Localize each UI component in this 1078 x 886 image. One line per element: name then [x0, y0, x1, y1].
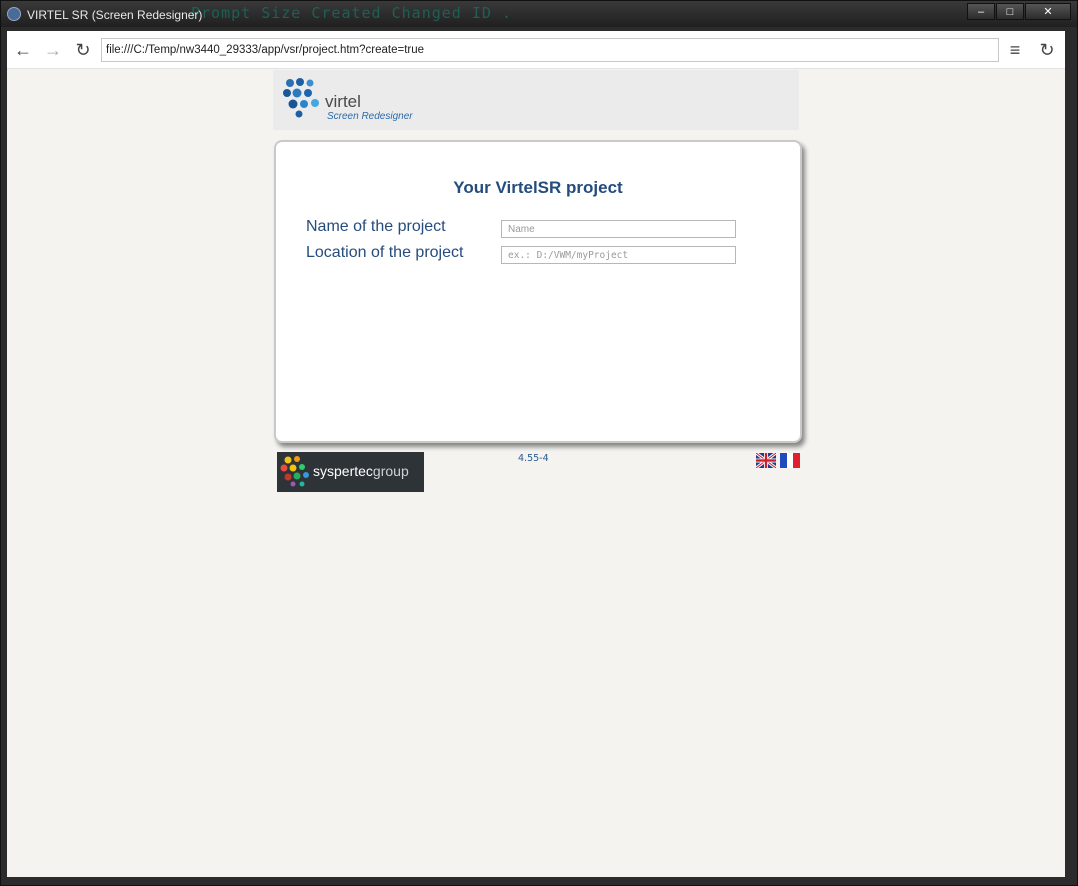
logo-subtitle: Screen Redesigner — [327, 111, 413, 122]
project-name-input[interactable] — [501, 220, 736, 238]
page-content: virtel Screen Redesigner Your VirtelSR p… — [7, 69, 1065, 877]
project-location-row: Location of the project — [306, 244, 776, 264]
syspertec-wordmark: syspertecgroup — [313, 463, 409, 479]
project-form-card: Your VirtelSR project Name of the projec… — [274, 140, 802, 443]
address-bar[interactable]: file:///C:/Temp/nw3440_29333/app/vsr/pro… — [101, 38, 999, 62]
version-label: 4.55-4 — [518, 453, 549, 464]
app-icon — [7, 7, 21, 21]
syspertec-brand: syspertec — [313, 463, 373, 479]
close-button[interactable]: ✕ — [1025, 3, 1071, 20]
project-name-row: Name of the project — [306, 218, 776, 238]
window-controls: – □ ✕ — [966, 3, 1071, 20]
minimize-button[interactable]: – — [967, 3, 995, 20]
browser-toolbar: ← → ↻ file:///C:/Temp/nw3440_29333/app/v… — [7, 31, 1065, 69]
uk-flag-icon[interactable] — [756, 453, 776, 468]
project-location-input[interactable] — [501, 246, 736, 264]
maximize-button[interactable]: □ — [996, 3, 1024, 20]
window-title: VIRTEL SR (Screen Redesigner) — [27, 8, 203, 22]
title-bar[interactable]: Prompt Size Created Changed ID . VIRTEL … — [1, 1, 1077, 27]
forward-arrow-icon[interactable]: → — [43, 40, 63, 60]
reload-page-icon[interactable]: ↻ — [1037, 40, 1057, 60]
menu-icon[interactable]: ≡ — [1005, 40, 1025, 60]
app-window: Prompt Size Created Changed ID . VIRTEL … — [0, 0, 1078, 886]
reload-icon[interactable]: ↻ — [73, 40, 93, 60]
project-name-label: Name of the project — [306, 218, 446, 235]
syspertec-group: group — [372, 463, 409, 479]
syspertec-logo-icon — [280, 456, 309, 487]
virtel-logo-icon — [283, 78, 319, 118]
back-arrow-icon[interactable]: ← — [13, 40, 33, 60]
browser-viewport: ← → ↻ file:///C:/Temp/nw3440_29333/app/v… — [7, 31, 1065, 877]
logo-wordmark: virtel — [325, 92, 361, 111]
france-flag-icon[interactable] — [780, 453, 800, 468]
background-window-text: Prompt Size Created Changed ID . — [191, 4, 512, 22]
project-location-label: Location of the project — [306, 244, 464, 261]
syspertec-logo[interactable]: syspertecgroup — [277, 452, 424, 492]
header-banner: virtel Screen Redesigner — [273, 70, 799, 130]
form-title: Your VirtelSR project — [453, 178, 623, 197]
